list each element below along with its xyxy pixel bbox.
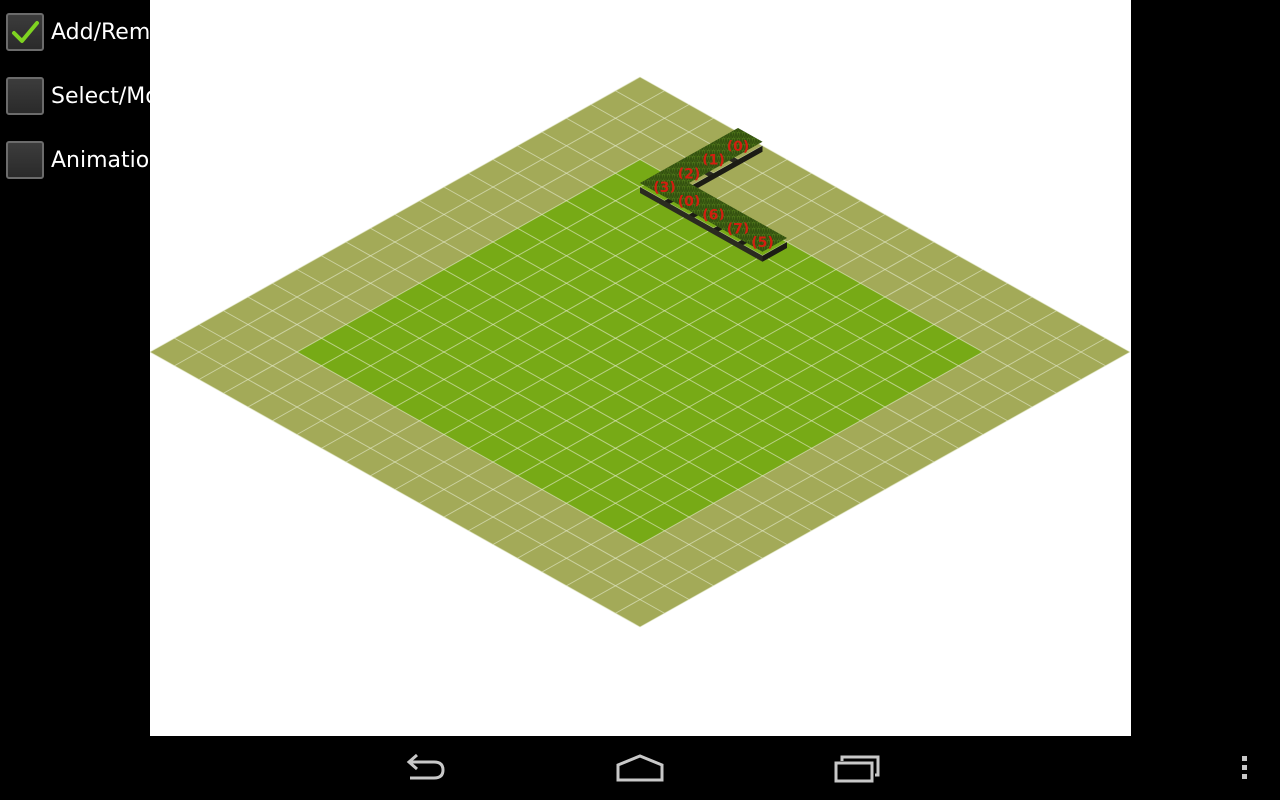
check-icon xyxy=(12,21,39,43)
checkbox[interactable] xyxy=(6,141,44,179)
checkbox[interactable] xyxy=(6,13,44,51)
option-add-remove[interactable]: Add/Remove xyxy=(6,12,150,52)
options-panel: Add/Remove Select/Move Animation xyxy=(0,0,150,736)
option-select-move[interactable]: Select/Move xyxy=(6,76,150,116)
back-button[interactable] xyxy=(384,748,464,788)
home-button[interactable] xyxy=(600,748,680,788)
overflow-menu-icon xyxy=(1242,756,1247,779)
recents-icon xyxy=(834,755,880,783)
checkbox[interactable] xyxy=(6,77,44,115)
right-margin xyxy=(1131,0,1280,736)
option-label: Select/Move xyxy=(51,83,150,109)
menu-button[interactable] xyxy=(1205,748,1280,788)
option-label: Add/Remove xyxy=(51,19,150,45)
navigation-bar xyxy=(0,736,1280,800)
option-label: Animation xyxy=(51,147,150,173)
game-view[interactable]: (0) (1) (2) (3) (0) (6) (7) (5) xyxy=(150,0,1131,736)
isometric-map[interactable]: (0)(1)(2)(3)(0)(6)(7)(5) xyxy=(150,0,1131,736)
tile-label: (5) xyxy=(751,235,774,251)
back-icon xyxy=(406,753,445,780)
recents-button[interactable] xyxy=(817,748,897,788)
home-icon xyxy=(616,754,664,782)
option-animation[interactable]: Animation xyxy=(6,140,150,180)
